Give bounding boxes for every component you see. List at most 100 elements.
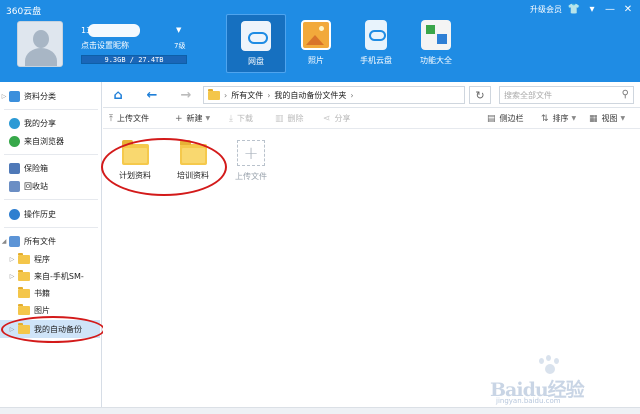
sidebar-item-label: 我的分享 (24, 118, 56, 128)
new-button-label: 新建 (186, 114, 203, 123)
divider (4, 109, 98, 110)
upload-icon: ⤒ (109, 113, 113, 124)
safe-icon (9, 162, 20, 174)
sidebar-toggle-button[interactable]: ▤ 侧边栏 (487, 111, 524, 126)
tree-item-label: 图片 (34, 305, 50, 315)
breadcrumb-all-files[interactable]: 所有文件 (231, 90, 263, 101)
upload-button[interactable]: ⤒ 上传文件 (109, 111, 149, 126)
watermark-url: jingyan.baidu.com (496, 397, 561, 405)
home-icon[interactable]: ⌂ (109, 87, 127, 103)
back-arrow-icon[interactable]: ← (143, 87, 161, 103)
history-icon (9, 208, 20, 220)
tab-label: 手机云盘 (360, 56, 392, 65)
menu-icon[interactable]: ▾ (586, 3, 598, 15)
sidebar-toggle-label: 侧边栏 (499, 114, 524, 123)
sidebar-item-safe[interactable]: 保险箱 (0, 160, 48, 176)
sort-icon: ⇅ (541, 113, 549, 124)
minimize-icon[interactable]: — (604, 3, 616, 15)
tree-root-all-files[interactable]: ◢ 所有文件 (0, 233, 56, 249)
collapse-arrow-icon[interactable]: ◢ (0, 238, 8, 245)
trash-icon: ▥ (275, 113, 284, 124)
main-nav-tabs: 网盘 照片 手机云盘 功能大全 (226, 14, 466, 73)
close-icon[interactable]: ✕ (622, 3, 634, 15)
avatar-head (33, 30, 49, 48)
tree-item-programs[interactable]: ▷ 程序 (8, 251, 50, 267)
tab-phone-cloud[interactable]: 手机云盘 (346, 14, 406, 73)
avatar[interactable] (17, 21, 63, 67)
upload-tile[interactable]: + 上传文件 (229, 134, 273, 182)
chevron-down-icon[interactable]: ▼ (176, 26, 181, 34)
avatar-body (25, 48, 57, 66)
sidebar: ▷ 资料分类 我的分享 来自浏览器 保险箱 回收站 操作历史 ◢ 所有文件 ▷ (0, 82, 102, 414)
tree-item-label: 来自-手机SM- (34, 271, 84, 281)
folder-icon (18, 252, 30, 264)
upload-tile-label: 上传文件 (235, 172, 267, 181)
expand-arrow-icon[interactable]: ▷ (8, 326, 16, 333)
refresh-icon[interactable]: ↻ (469, 86, 491, 104)
toolbar: ⤒ 上传文件 + 新建 ▼ ⤓ 下载 ▥ 删除 ⋖ 分享 ▤ 侧边栏 ⇅ 排序 … (103, 108, 640, 129)
tree-item-auto-backup[interactable]: ▷ 我的自动备份 (8, 321, 82, 337)
expand-arrow-icon[interactable]: ▷ (8, 273, 16, 280)
download-button[interactable]: ⤓ 下载 (229, 111, 253, 126)
share-button[interactable]: ⋖ 分享 (323, 111, 351, 126)
new-button[interactable]: + 新建 ▼ (175, 111, 210, 126)
sidebar-item-trash[interactable]: 回收站 (0, 178, 48, 194)
tab-cloud-disk[interactable]: 网盘 (226, 14, 286, 73)
tree-item-from-phone[interactable]: ▷ 来自-手机SM- (8, 268, 84, 284)
download-button-label: 下载 (236, 114, 253, 123)
shirt-icon[interactable]: 👕 (568, 3, 580, 15)
trash-icon (9, 180, 20, 192)
phone-cloud-icon (365, 20, 387, 50)
divider (4, 227, 98, 228)
upgrade-link[interactable]: 升级会员 (530, 4, 562, 15)
tree-item-books[interactable]: 书籍 (8, 285, 50, 301)
forward-arrow-icon[interactable]: → (177, 87, 195, 103)
tab-photos[interactable]: 照片 (286, 14, 346, 73)
share-icon: ⋖ (323, 113, 331, 124)
breadcrumb-current-folder[interactable]: 我的自动备份文件夹 (274, 90, 346, 101)
sidebar-item-label: 保险箱 (24, 163, 48, 173)
paw-logo-icon (536, 355, 562, 377)
sidebar-item-from-browser[interactable]: 来自浏览器 (0, 133, 64, 149)
delete-button[interactable]: ▥ 删除 (275, 111, 304, 126)
tab-tools[interactable]: 功能大全 (406, 14, 466, 73)
tree-item-label: 我的自动备份 (34, 324, 82, 334)
plus-icon: + (175, 113, 183, 124)
sidebar-item-category[interactable]: ▷ 资料分类 (0, 88, 56, 104)
sort-button-label: 排序 (552, 114, 569, 123)
app-title: 360云盘 (6, 7, 42, 17)
nickname-link[interactable]: 点击设置昵称 (81, 40, 129, 51)
storage-quota-bar: 9.3GB / 27.4TB (81, 55, 187, 64)
chevron-down-icon: ▼ (571, 115, 577, 122)
grid-view-icon: ▦ (589, 113, 598, 124)
tree-item-label: 程序 (34, 254, 50, 264)
view-button[interactable]: ▦ 视图 ▼ (589, 111, 625, 126)
expand-arrow-icon[interactable]: ▷ (8, 256, 16, 263)
expand-arrow-icon[interactable]: ▷ (0, 93, 8, 100)
upload-button-label: 上传文件 (116, 114, 149, 123)
annotation-ellipse-folders (101, 138, 227, 196)
header-bar: 360云盘 升级会员 👕 ▾ — ✕ 13 ▼ 点击设置昵称 7级 9.3GB … (0, 0, 640, 82)
chevron-right-icon: › (350, 90, 354, 100)
sidebar-item-my-share[interactable]: 我的分享 (0, 115, 56, 131)
sidebar-icon: ▤ (487, 113, 496, 124)
search-placeholder: 搜索全部文件 (504, 90, 552, 100)
sidebar-item-history[interactable]: 操作历史 (0, 206, 56, 222)
chevron-down-icon: ▼ (205, 115, 211, 122)
tab-label: 照片 (308, 56, 324, 65)
photo-icon (301, 20, 331, 50)
tab-label: 网盘 (248, 57, 264, 66)
window-controls: 升级会员 👕 ▾ — ✕ (530, 3, 634, 15)
sidebar-item-label: 资料分类 (24, 91, 56, 101)
search-input[interactable]: 搜索全部文件 ⚲ (499, 86, 634, 104)
tree-root-label: 所有文件 (24, 236, 56, 246)
browser-icon (9, 135, 20, 147)
search-icon[interactable]: ⚲ (622, 89, 629, 100)
storage-quota-text: 9.3GB / 27.4TB (104, 56, 164, 64)
divider (4, 154, 98, 155)
redacted-user-id (88, 24, 140, 37)
folder-icon (18, 303, 30, 315)
plus-icon: + (237, 140, 265, 166)
chevron-down-icon: ▼ (620, 115, 626, 122)
sort-button[interactable]: ⇅ 排序 ▼ (541, 111, 576, 126)
